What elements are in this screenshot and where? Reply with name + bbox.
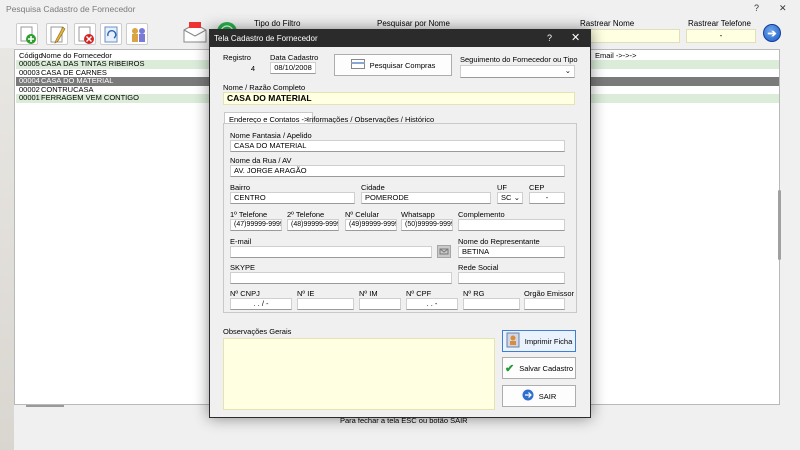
ie-label: Nº IE bbox=[297, 289, 315, 298]
dialog-help-icon[interactable]: ? bbox=[547, 33, 552, 43]
track-name-label: Rastrear Nome bbox=[580, 19, 635, 28]
skype-label: SKYPE bbox=[230, 263, 256, 272]
cep-label: CEP bbox=[529, 183, 545, 192]
cpf-input[interactable]: . . - bbox=[406, 298, 458, 310]
list-scrollbar[interactable] bbox=[778, 190, 781, 260]
im-label: Nº IM bbox=[359, 289, 378, 298]
obs-textarea[interactable] bbox=[223, 338, 495, 410]
track-phone-label: Rastrear Telefone bbox=[688, 19, 751, 28]
salvar-cadastro-label: Salvar Cadastro bbox=[519, 363, 573, 373]
razao-label: Nome / Razão Completo bbox=[223, 83, 306, 92]
pesquisar-compras-button[interactable]: Pesquisar Compras bbox=[334, 54, 452, 76]
pesquisar-compras-label: Pesquisar Compras bbox=[369, 60, 436, 70]
razao-input[interactable]: CASA DO MATERIAL bbox=[223, 92, 575, 105]
fantasia-label: Nome Fantasia / Apelido bbox=[230, 131, 312, 140]
whatsapp-label: Whatsapp bbox=[401, 210, 435, 219]
obs-label: Observações Gerais bbox=[223, 327, 292, 336]
user-card-icon bbox=[506, 332, 520, 350]
complemento-input[interactable] bbox=[458, 219, 565, 231]
registro-label: Registro bbox=[223, 53, 251, 62]
uf-value: SC bbox=[501, 193, 512, 202]
ie-input[interactable] bbox=[297, 298, 354, 310]
exit-arrow-icon bbox=[522, 389, 534, 403]
imprimir-ficha-button[interactable]: Imprimir Ficha bbox=[502, 330, 576, 352]
cnpj-input[interactable]: . . / - bbox=[230, 298, 292, 310]
track-name-input[interactable] bbox=[590, 29, 680, 43]
supplier-dialog: Tela Cadastro de Fornecedor ? ✕ Registro… bbox=[209, 29, 591, 418]
email-label: E-mail bbox=[230, 237, 252, 246]
tel1-label: 1º Telefone bbox=[230, 210, 268, 219]
cpf-label: Nº CPF bbox=[406, 289, 432, 298]
users-icon[interactable] bbox=[126, 23, 148, 45]
bairro-input[interactable]: CENTRO bbox=[230, 192, 355, 204]
email-icon[interactable] bbox=[181, 20, 209, 46]
new-record-icon[interactable] bbox=[16, 23, 38, 45]
rede-social-label: Rede Social bbox=[458, 263, 499, 272]
delete-record-icon[interactable] bbox=[74, 23, 96, 45]
edit-record-icon[interactable] bbox=[46, 23, 68, 45]
track-phone-input[interactable]: - bbox=[686, 29, 756, 43]
rg-label: Nº RG bbox=[463, 289, 485, 298]
segmento-select[interactable]: ⌄ bbox=[460, 65, 575, 78]
rua-label: Nome da Rua / AV bbox=[230, 156, 292, 165]
go-button[interactable]: ➔ bbox=[763, 24, 781, 42]
tel1-input[interactable]: (47)99999-9999 bbox=[230, 219, 282, 231]
checkmark-icon: ✔ bbox=[505, 362, 515, 375]
segmento-label: Seguimento do Fornecedor ou Tipo bbox=[460, 55, 578, 64]
celular-label: Nº Celular bbox=[345, 210, 379, 219]
cidade-input[interactable]: POMERODE bbox=[361, 192, 491, 204]
data-cadastro-label: Data Cadastro bbox=[270, 53, 319, 62]
email-input[interactable] bbox=[230, 246, 432, 258]
complemento-label: Complemento bbox=[458, 210, 505, 219]
salvar-cadastro-button[interactable]: ✔ Salvar Cadastro bbox=[502, 357, 576, 379]
representante-label: Nome do Representante bbox=[458, 237, 540, 246]
rede-social-input[interactable] bbox=[458, 272, 565, 284]
chevron-down-icon: ⌄ bbox=[513, 193, 520, 202]
card-icon bbox=[350, 59, 365, 71]
representante-input[interactable]: BETINA bbox=[458, 246, 565, 258]
main-close-icon[interactable]: ✕ bbox=[779, 3, 787, 14]
list-item-code: 00001 bbox=[19, 93, 40, 102]
rua-input[interactable]: AV. JORGE ARAGÃO bbox=[230, 165, 565, 177]
uf-select[interactable]: SC ⌄ bbox=[497, 192, 523, 204]
cnpj-label: Nº CNPJ bbox=[230, 289, 260, 298]
sair-button[interactable]: SAIR bbox=[502, 385, 576, 407]
imprimir-ficha-label: Imprimir Ficha bbox=[524, 336, 573, 346]
orgao-label: Orgão Emissor bbox=[524, 289, 575, 298]
search-name-label: Pesquisar por Nome bbox=[377, 19, 450, 28]
orgao-input[interactable] bbox=[524, 298, 565, 310]
list-header-email[interactable]: Email ->->-> bbox=[595, 51, 636, 60]
data-cadastro-input[interactable]: 08/10/2008 bbox=[270, 62, 316, 74]
uf-label: UF bbox=[497, 183, 507, 192]
fantasia-input[interactable]: CASA DO MATERIAL bbox=[230, 140, 565, 152]
registro-value: 4 bbox=[250, 64, 255, 73]
im-input[interactable] bbox=[359, 298, 401, 310]
bairro-label: Bairro bbox=[230, 183, 251, 192]
rg-input[interactable] bbox=[463, 298, 520, 310]
main-window-title: Pesquisa Cadastro de Fornecedor bbox=[6, 4, 136, 14]
left-edge-decoration bbox=[0, 48, 14, 450]
filter-type-label: Tipo do Filtro bbox=[254, 19, 301, 28]
dialog-title: Tela Cadastro de Fornecedor bbox=[214, 34, 318, 43]
chevron-down-icon: ⌄ bbox=[564, 66, 571, 75]
celular-input[interactable]: (49)99999-9999 bbox=[345, 219, 397, 231]
cep-input[interactable]: - bbox=[529, 192, 565, 204]
list-item-name: FERRAGEM VEM CONTIGO bbox=[41, 93, 139, 102]
whatsapp-input[interactable]: (50)99999-9999 bbox=[401, 219, 453, 231]
send-email-icon[interactable] bbox=[437, 245, 451, 258]
horizontal-scrollbar[interactable] bbox=[26, 405, 64, 407]
cidade-label: Cidade bbox=[361, 183, 385, 192]
main-help-icon[interactable]: ? bbox=[754, 3, 759, 13]
tel2-input[interactable]: (48)99999-9999 bbox=[287, 219, 339, 231]
skype-input[interactable] bbox=[230, 272, 452, 284]
dialog-close-icon[interactable]: ✕ bbox=[571, 31, 580, 44]
sair-label: SAIR bbox=[538, 391, 557, 401]
tel2-label: 2º Telefone bbox=[287, 210, 325, 219]
refresh-icon[interactable] bbox=[100, 23, 122, 45]
